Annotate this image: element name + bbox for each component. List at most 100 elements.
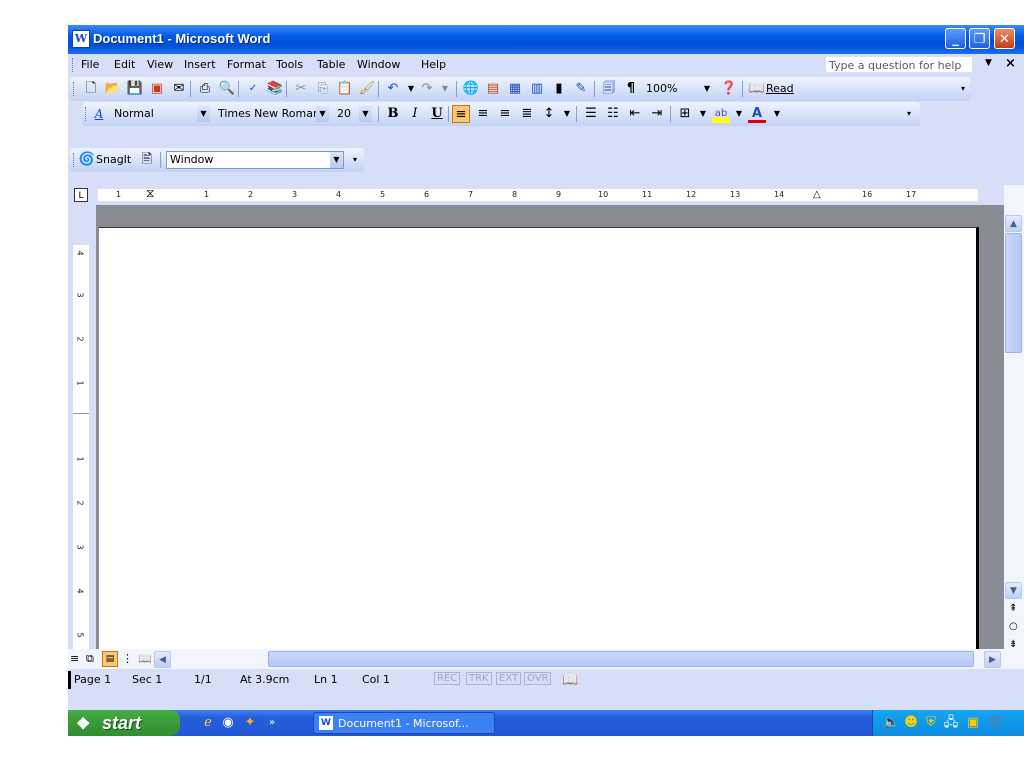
browser-icon[interactable]: ◉	[220, 715, 236, 731]
next-page-icon[interactable]: ⇟	[1009, 639, 1017, 650]
horizontal-scroll-thumb[interactable]	[268, 651, 974, 667]
title-bar[interactable]: W Document1 - Microsoft Word _ ❐ ✕	[68, 25, 1024, 54]
hyperlink-icon[interactable]: 🌐	[462, 80, 480, 98]
redo-dropdown-icon[interactable]: ▼	[436, 80, 454, 98]
menu-edit[interactable]: Edit	[114, 58, 135, 71]
shield-icon[interactable]: ⛨	[923, 715, 939, 731]
save-icon[interactable]: 💾	[126, 80, 144, 98]
font-select[interactable]: Times New Roman ▼	[214, 105, 330, 123]
paste-icon[interactable]: 📋	[336, 80, 354, 98]
show-hide-icon[interactable]: ¶	[622, 80, 640, 98]
web-layout-icon[interactable]: ⧉	[86, 652, 94, 666]
messenger-icon[interactable]: ✦	[242, 715, 258, 731]
network-icon[interactable]: 🖧	[943, 715, 959, 731]
align-center-icon[interactable]: ≡	[474, 105, 492, 123]
menu-help[interactable]: Help	[421, 58, 446, 71]
cut-icon[interactable]: ✂	[292, 80, 310, 98]
underline-button[interactable]: U	[428, 105, 446, 123]
start-button[interactable]: ❖ start	[68, 710, 180, 736]
toolbar-grip[interactable]	[73, 153, 77, 167]
menu-view[interactable]: View	[147, 58, 173, 71]
scroll-left-icon[interactable]: ◀	[154, 651, 171, 668]
menu-format[interactable]: Format	[227, 58, 266, 71]
align-right-icon[interactable]: ≡	[496, 105, 514, 123]
borders-icon[interactable]: ⊞	[676, 105, 694, 123]
toolbar-grip[interactable]	[73, 82, 77, 96]
menu-window[interactable]: Window	[357, 58, 400, 71]
align-left-icon[interactable]: ≡	[452, 105, 470, 123]
menu-file[interactable]: File	[81, 58, 99, 71]
line-spacing-icon[interactable]: ↕	[540, 105, 558, 123]
justify-icon[interactable]: ≣	[518, 105, 536, 123]
status-trk[interactable]: TRK	[466, 672, 492, 685]
status-ext[interactable]: EXT	[496, 672, 522, 685]
tab-selector[interactable]: L	[74, 188, 88, 202]
copy-icon[interactable]: ⎘	[314, 80, 332, 98]
read-button[interactable]: Read	[766, 82, 794, 95]
toolbar-options-icon[interactable]: ▾	[954, 80, 972, 98]
spelling-status-icon[interactable]: 📖	[562, 673, 578, 688]
select-browse-object-icon[interactable]: ○	[1009, 621, 1018, 632]
print-icon[interactable]: ⎙	[196, 80, 214, 98]
print-preview-icon[interactable]: 🔍	[218, 80, 236, 98]
internet-explorer-icon[interactable]: ℯ	[200, 715, 216, 731]
email-icon[interactable]: ✉	[170, 80, 188, 98]
vertical-scrollbar[interactable]: ▲ ▼ ⇞ ○ ⇟	[1004, 185, 1024, 669]
spelling-icon[interactable]: ✓	[244, 80, 262, 98]
reading-layout-icon[interactable]: 📖	[138, 652, 152, 665]
status-ovr[interactable]: OVR	[524, 672, 552, 685]
quick-launch-more-icon[interactable]: »	[264, 715, 280, 731]
style-select[interactable]: Normal ▼	[110, 105, 211, 123]
chevron-down-icon[interactable]: ▼	[197, 106, 210, 122]
highlight-dropdown-icon[interactable]: ▼	[730, 105, 748, 123]
scroll-up-icon[interactable]: ▲	[1005, 215, 1022, 232]
help-search-input[interactable]: Type a question for help	[825, 56, 973, 73]
numbering-icon[interactable]: ☰	[582, 105, 600, 123]
italic-button[interactable]: I	[406, 105, 424, 123]
toolbar-grip[interactable]	[85, 107, 89, 121]
capture-mode-select[interactable]: Window ▼	[166, 151, 344, 169]
status-rec[interactable]: REC	[434, 672, 461, 685]
insert-excel-icon[interactable]: ▥	[528, 80, 546, 98]
bullets-icon[interactable]: ☷	[604, 105, 622, 123]
line-spacing-dropdown-icon[interactable]: ▼	[558, 105, 576, 123]
smiley-icon[interactable]: ☻	[903, 715, 919, 731]
read-icon[interactable]: 📖	[748, 80, 766, 98]
outline-view-icon[interactable]: ⋮	[122, 652, 133, 665]
menu-table[interactable]: Table	[317, 58, 345, 71]
font-color-dropdown-icon[interactable]: ▼	[768, 105, 786, 123]
undo-icon[interactable]: ↶	[384, 80, 402, 98]
menu-insert[interactable]: Insert	[184, 58, 216, 71]
close-button[interactable]: ✕	[994, 28, 1015, 49]
drawing-icon[interactable]: ✎	[572, 80, 590, 98]
security-icon[interactable]: ⛉	[987, 715, 1003, 731]
minimize-button[interactable]: _	[945, 28, 966, 49]
chevron-down-icon[interactable]: ▼	[330, 152, 343, 168]
new-document-icon[interactable]: 🗋	[82, 80, 100, 98]
word-icon[interactable]: W	[72, 30, 90, 48]
document-map-icon[interactable]: 🗐	[600, 80, 618, 98]
document-page[interactable]	[99, 227, 979, 652]
font-color-icon[interactable]: A	[748, 105, 766, 123]
research-icon[interactable]: 📚	[266, 80, 284, 98]
highlight-icon[interactable]: ab	[712, 105, 730, 123]
snagit-editor-icon[interactable]: 🖹	[138, 151, 156, 169]
columns-icon[interactable]: ▮	[550, 80, 568, 98]
scroll-down-icon[interactable]: ▼	[1005, 582, 1022, 599]
decrease-indent-icon[interactable]: ⇤	[626, 105, 644, 123]
restore-button[interactable]: ❐	[969, 28, 990, 49]
help-dropdown-icon[interactable]: ▼	[985, 58, 992, 68]
norton-icon[interactable]: ▣	[965, 715, 981, 731]
permission-icon[interactable]: ▣	[148, 80, 166, 98]
styles-formatting-icon[interactable]: A	[90, 105, 108, 123]
previous-page-icon[interactable]: ⇞	[1009, 603, 1017, 614]
chevron-down-icon[interactable]: ▼	[316, 106, 329, 122]
insert-table-icon[interactable]: ▦	[506, 80, 524, 98]
speaker-icon[interactable]: 🔈	[883, 715, 899, 731]
print-layout-icon[interactable]: ▤	[102, 651, 118, 667]
menu-grip[interactable]	[72, 58, 76, 72]
chevron-down-icon[interactable]: ▼	[359, 106, 372, 122]
help-icon[interactable]: ❓	[720, 80, 738, 98]
tables-borders-icon[interactable]: ▤	[484, 80, 502, 98]
redo-icon[interactable]: ↷	[418, 80, 436, 98]
